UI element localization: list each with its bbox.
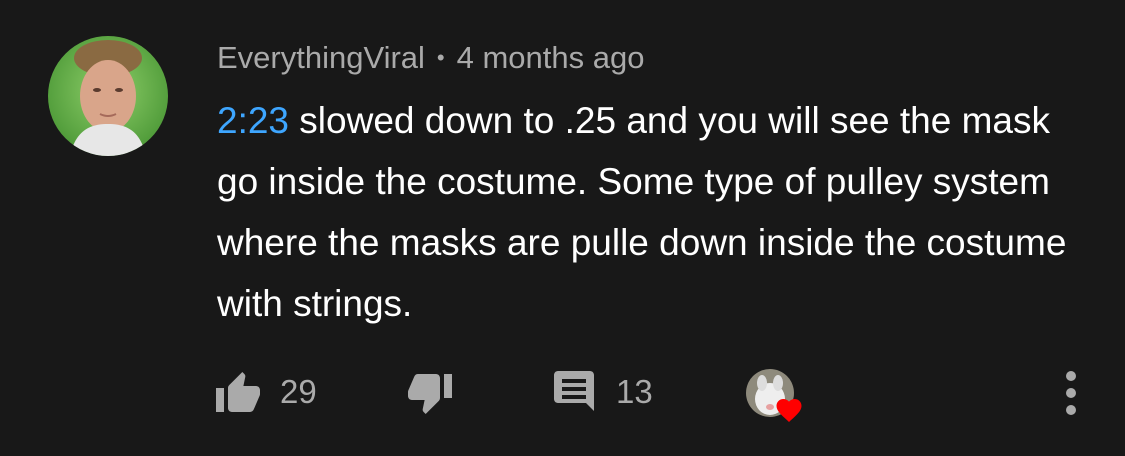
author-avatar[interactable] — [48, 36, 168, 156]
comment-header: EverythingViral • 4 months ago — [217, 36, 644, 80]
dislike-button[interactable] — [406, 370, 454, 418]
like-count: 29 — [280, 373, 317, 410]
comment-body-text: slowed down to .25 and you will see the … — [217, 100, 1067, 324]
more-options-button[interactable] — [1054, 366, 1088, 424]
comment-icon — [554, 369, 598, 415]
thumbs-down-icon — [406, 372, 454, 416]
replies-button[interactable]: 13 — [554, 368, 653, 416]
comment-age: 4 months ago — [456, 40, 645, 75]
heart-icon — [774, 395, 804, 423]
thumbs-up-icon — [214, 370, 262, 414]
timestamp-link[interactable]: 2:23 — [217, 100, 289, 141]
author-name[interactable]: EverythingViral — [217, 40, 425, 76]
separator-dot: • — [436, 45, 445, 70]
creator-heart-badge — [746, 369, 806, 425]
comment-text: 2:23 slowed down to .25 and you will see… — [217, 90, 1077, 334]
like-button[interactable]: 29 — [214, 368, 317, 416]
reply-count: 13 — [616, 373, 653, 410]
more-vertical-icon — [1054, 371, 1088, 428]
